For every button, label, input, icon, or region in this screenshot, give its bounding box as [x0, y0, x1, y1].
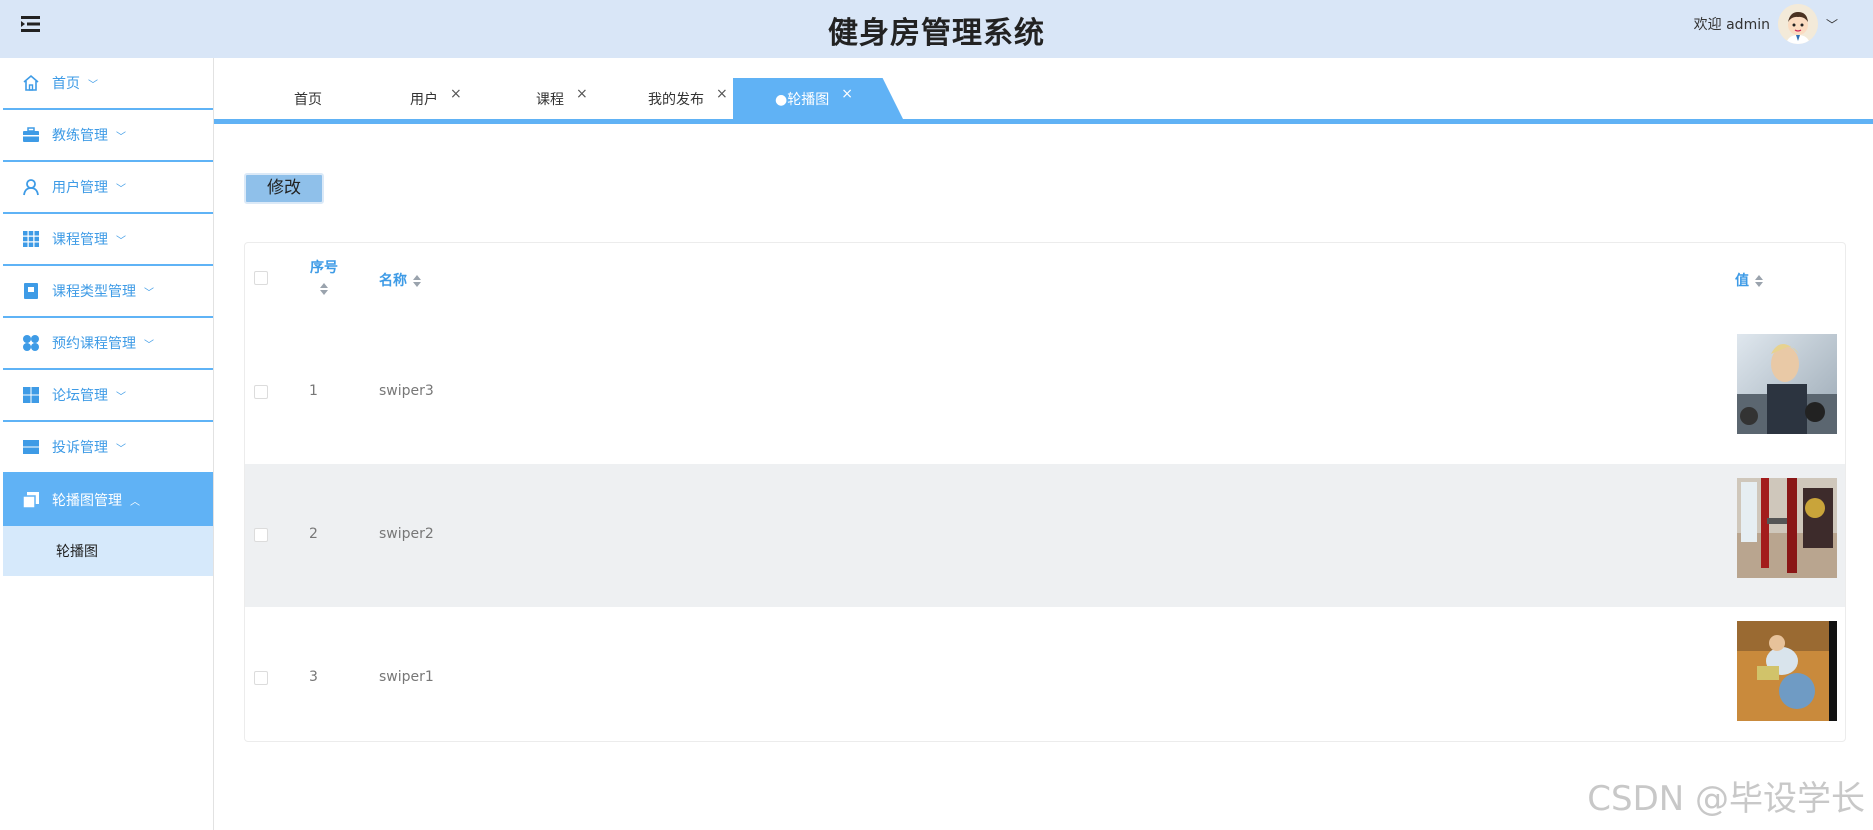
grid-icon: [21, 229, 41, 249]
header-value[interactable]: 值: [1735, 270, 1763, 290]
close-icon[interactable]: ×: [576, 86, 588, 102]
book-icon: [21, 281, 41, 301]
row-name: swiper1: [379, 669, 434, 685]
sidebar-item-label: 投诉管理: [52, 440, 108, 456]
sidebar-item-label: 课程类型管理: [52, 284, 136, 300]
panel-icon: [21, 437, 41, 457]
table-row[interactable]: 2 swiper2: [245, 464, 1845, 607]
row-name: swiper2: [379, 526, 434, 542]
tab-label: 用户: [410, 91, 438, 108]
table-header: 序号 名称 值: [245, 243, 1845, 321]
carousel-image[interactable]: [1737, 621, 1837, 721]
sort-icon[interactable]: [320, 283, 328, 295]
carousel-table: 序号 名称 值 1 swiper3 2 swiper2 3 swiper1: [244, 242, 1846, 742]
tab-home[interactable]: 首页: [294, 78, 322, 119]
carousel-image[interactable]: [1737, 478, 1837, 578]
close-icon[interactable]: ×: [716, 86, 728, 102]
chevron-down-icon: ﹀: [144, 339, 154, 351]
user-menu[interactable]: 欢迎 admin ﹀: [1694, 4, 1838, 44]
sidebar-item-label: 首页: [52, 76, 80, 92]
close-icon[interactable]: ×: [841, 86, 853, 102]
sort-icon[interactable]: [413, 275, 421, 287]
user-icon: [21, 177, 41, 197]
chevron-down-icon: ﹀: [116, 443, 126, 455]
header-index[interactable]: 序号: [309, 257, 339, 295]
header-label: 值: [1735, 273, 1749, 289]
chevron-down-icon: ﹀: [88, 79, 98, 91]
sidebar-item-user[interactable]: 用户管理 ﹀: [3, 162, 213, 214]
row-checkbox[interactable]: [254, 385, 268, 399]
tab-carousel[interactable]: ●轮播图 ×: [733, 78, 903, 119]
sidebar: 首页 ﹀ 教练管理 ﹀ 用户管理 ﹀ 课程管理 ﹀ 课程类型管理 ﹀ 预约课程管理 ﹀ 论坛…: [3, 58, 214, 830]
close-icon[interactable]: ×: [450, 86, 462, 102]
clover-icon: [21, 333, 41, 353]
sidebar-item-label: 论坛管理: [52, 388, 108, 404]
row-index: 2: [309, 526, 318, 542]
sidebar-item-complaint[interactable]: 投诉管理 ﹀: [3, 422, 213, 474]
watermark: CSDN @毕设学长: [1587, 779, 1865, 819]
select-all-checkbox[interactable]: [254, 271, 268, 285]
sidebar-item-home[interactable]: 首页 ﹀: [3, 58, 213, 110]
sidebar-subitem-carousel[interactable]: 轮播图: [3, 526, 213, 576]
chevron-down-icon: ﹀: [116, 183, 126, 195]
sidebar-item-label: 用户管理: [52, 180, 108, 196]
table-row[interactable]: 3 swiper1: [245, 607, 1845, 750]
sidebar-item-course[interactable]: 课程管理 ﹀: [3, 214, 213, 266]
tab-my-posts[interactable]: 我的发布 ×: [648, 78, 728, 119]
app-title: 健身房管理系统: [828, 16, 1045, 51]
sidebar-item-course-type[interactable]: 课程类型管理 ﹀: [3, 266, 213, 318]
row-name: swiper3: [379, 383, 434, 399]
header-name[interactable]: 名称: [379, 270, 421, 290]
chevron-down-icon: ﹀: [116, 131, 126, 143]
sidebar-item-forum[interactable]: 论坛管理 ﹀: [3, 370, 213, 422]
row-index: 1: [309, 383, 318, 399]
chevron-down-icon[interactable]: ﹀: [1826, 16, 1838, 33]
chevron-up-icon: ︿: [130, 496, 140, 508]
chevron-down-icon: ﹀: [116, 391, 126, 403]
sidebar-item-coach[interactable]: 教练管理 ﹀: [3, 110, 213, 162]
tab-label: 课程: [536, 91, 564, 108]
sidebar-item-label: 教练管理: [52, 128, 108, 144]
sidebar-item-carousel[interactable]: 轮播图管理 ︿: [3, 474, 213, 526]
copy-icon: [21, 490, 41, 510]
tab-label: 首页: [294, 91, 322, 108]
tab-user[interactable]: 用户 ×: [410, 78, 462, 119]
sort-icon[interactable]: [1755, 275, 1763, 287]
header-label: 名称: [379, 273, 407, 289]
header-label: 序号: [310, 260, 338, 276]
row-checkbox[interactable]: [254, 671, 268, 685]
sidebar-item-booking[interactable]: 预约课程管理 ﹀: [3, 318, 213, 370]
chevron-down-icon: ﹀: [144, 287, 154, 299]
avatar[interactable]: [1777, 4, 1818, 44]
top-header: 健身房管理系统 欢迎 admin ﹀: [0, 0, 1873, 58]
sidebar-item-label: 轮播图管理: [52, 493, 122, 509]
briefcase-icon: [21, 125, 41, 145]
home-icon: [21, 73, 41, 93]
tab-label: ●轮播图: [775, 91, 830, 108]
tab-label: 我的发布: [648, 91, 704, 108]
chevron-down-icon: ﹀: [116, 235, 126, 247]
sidebar-item-label: 预约课程管理: [52, 336, 136, 352]
table-row[interactable]: 1 swiper3: [245, 321, 1845, 464]
carousel-image[interactable]: [1737, 334, 1837, 434]
row-index: 3: [309, 669, 318, 685]
row-checkbox[interactable]: [254, 528, 268, 542]
tab-course[interactable]: 课程 ×: [536, 78, 588, 119]
tab-bar: 首页 用户 × 课程 × 我的发布 × ●轮播图 ×: [214, 58, 1873, 124]
edit-button[interactable]: 修改: [244, 173, 324, 204]
layout-icon: [21, 385, 41, 405]
welcome-text: 欢迎 admin: [1693, 17, 1770, 33]
sidebar-item-label: 课程管理: [52, 232, 108, 248]
